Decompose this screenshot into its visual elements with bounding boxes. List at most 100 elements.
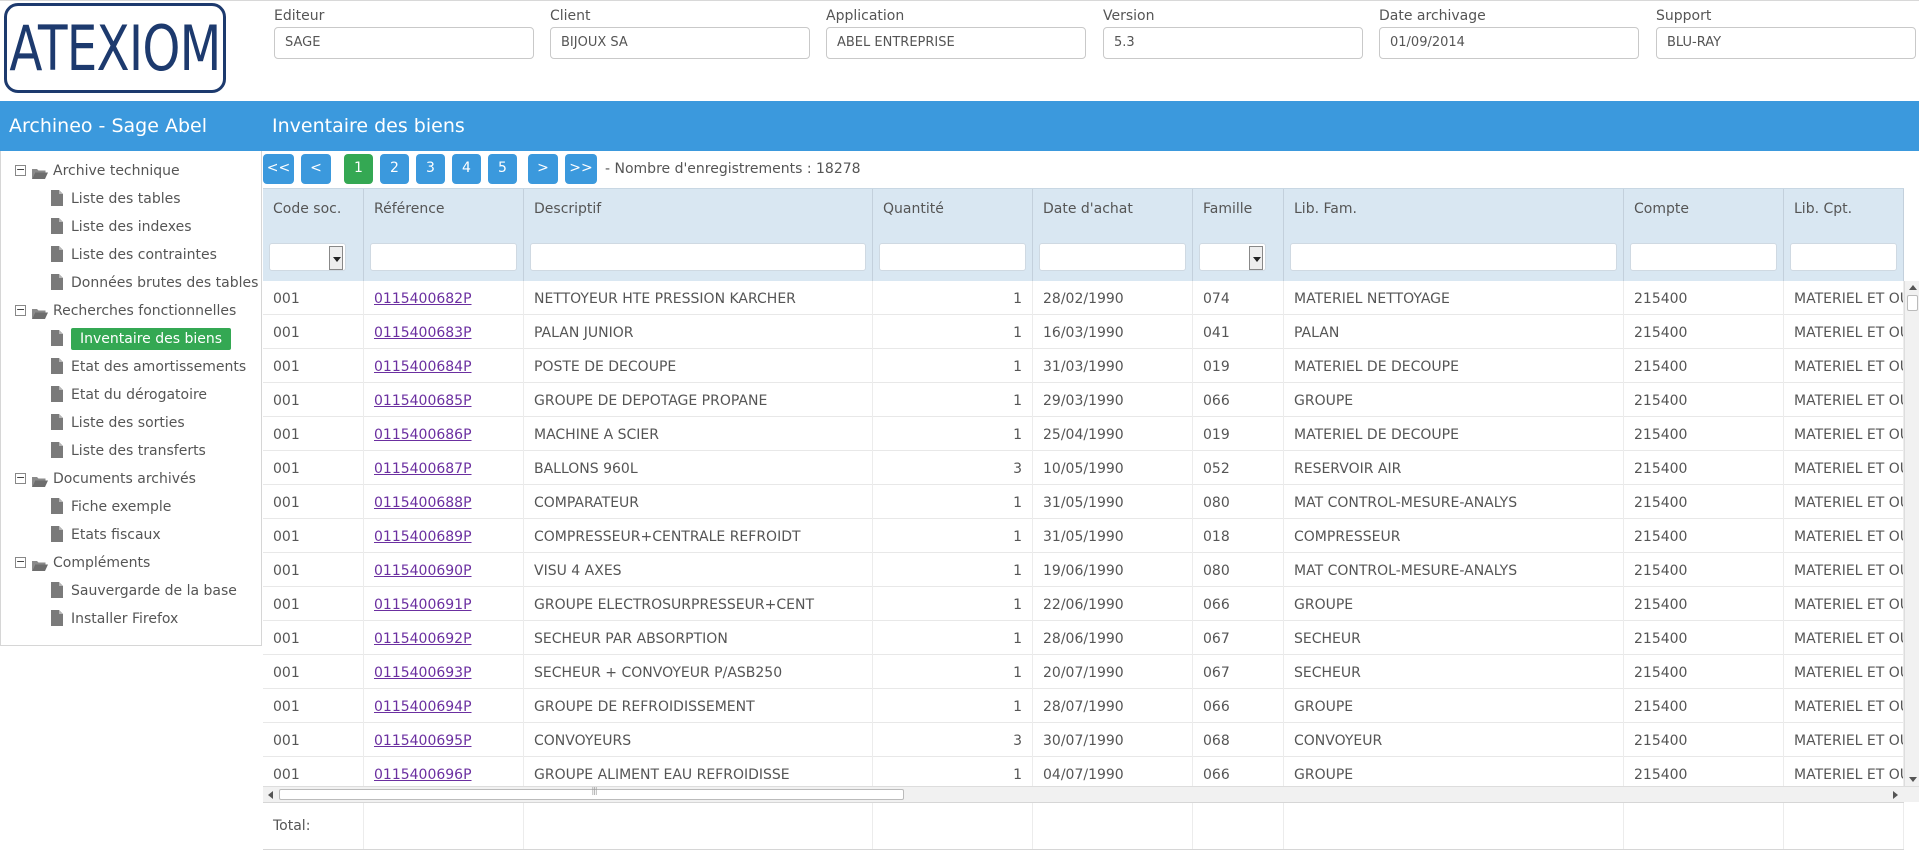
tree-item-liste-des-contraintes[interactable]: Liste des contraintes [51,243,217,267]
filter-famille-input[interactable] [1199,243,1266,271]
reference-link[interactable]: 0115400686P [374,427,472,443]
first-page-button[interactable]: << [263,154,294,184]
page-1-button[interactable]: 1 [344,154,373,184]
table-row[interactable]: 001 0115400683P PALAN JUNIOR 1 16/03/1990 041… [263,315,1904,349]
last-page-button[interactable]: >> [565,154,597,184]
column-header-descriptif[interactable]: Descriptif [524,189,873,282]
cell-lib-fam: MATERIEL DE DECOUPE [1284,417,1624,451]
vertical-scroll-thumb[interactable] [1907,295,1918,311]
scroll-left-arrow-icon[interactable] [268,791,273,799]
tree-group-archive-technique[interactable]: − Archive technique [15,159,180,183]
tree-item-liste-des-tables[interactable]: Liste des tables [51,187,181,211]
scroll-down-arrow-icon[interactable] [1909,777,1917,782]
filter-reference-input[interactable] [370,243,517,271]
page-4-button[interactable]: 4 [452,154,481,184]
column-header-lib-cpt[interactable]: Lib. Cpt. [1784,189,1904,282]
editeur-value[interactable]: SAGE [274,27,534,59]
tree-item-installer-firefox[interactable]: Installer Firefox [51,607,178,631]
reference-link[interactable]: 0115400693P [374,665,472,681]
table-row[interactable]: 001 0115400689P COMPRESSEUR+CENTRALE REFRO… [263,519,1904,553]
cell-code-soc: 001 [263,553,364,587]
filter-code-soc-input[interactable] [269,243,346,271]
tree-item-label: Etats fiscaux [71,527,161,543]
filter-quantite-input[interactable] [879,243,1026,271]
table-row[interactable]: 001 0115400682P NETTOYEUR HTE PRESSION KAR… [263,281,1904,315]
tree-group-documents-archives[interactable]: − Documents archivés [15,467,196,491]
tree-item-etat-du-derogatoire[interactable]: Etat du dérogatoire [51,383,207,407]
client-value[interactable]: BIJOUX SA [550,27,810,59]
tree-item-inventaire-des-biens[interactable]: Inventaire des biens [51,327,232,351]
tree-item-liste-des-indexes[interactable]: Liste des indexes [51,215,192,239]
page-5-button[interactable]: 5 [488,154,517,184]
table-row[interactable]: 001 0115400685P GROUPE DE DEPOTAGE PROPANE… [263,383,1904,417]
cell-lib-fam: COMPRESSEUR [1284,519,1624,553]
tree-item-fiche-exemple[interactable]: Fiche exemple [51,495,171,519]
reference-link[interactable]: 0115400695P [374,733,472,749]
collapse-toggle-icon[interactable]: − [15,304,26,316]
collapse-toggle-icon[interactable]: − [15,164,26,176]
page-3-button[interactable]: 3 [416,154,445,184]
cell-quantite: 1 [873,689,1033,723]
version-value[interactable]: 5.3 [1103,27,1363,59]
filter-lib-fam-input[interactable] [1290,243,1617,271]
reference-link[interactable]: 0115400694P [374,699,472,715]
filter-date-d-achat-input[interactable] [1039,243,1186,271]
table-row[interactable]: 001 0115400688P COMPARATEUR 1 31/05/1990 080 M… [263,485,1904,519]
column-header-compte[interactable]: Compte [1624,189,1784,282]
table-row[interactable]: 001 0115400691P GROUPE ELECTROSURPRESSEUR+… [263,587,1904,621]
table-row[interactable]: 001 0115400690P VISU 4 AXES 1 19/06/1990 080 M… [263,553,1904,587]
reference-link[interactable]: 0115400691P [374,597,472,613]
table-row[interactable]: 001 0115400692P SECHEUR PAR ABSORPTION 1 28/… [263,621,1904,655]
scroll-up-arrow-icon[interactable] [1909,285,1917,290]
application-value[interactable]: ABEL ENTREPRISE [826,27,1086,59]
table-row[interactable]: 001 0115400694P GROUPE DE REFROIDISSEMENT 1… [263,689,1904,723]
tree-item-liste-des-transferts[interactable]: Liste des transferts [51,439,206,463]
reference-link[interactable]: 0115400688P [374,495,472,511]
reference-link[interactable]: 0115400689P [374,529,472,545]
reference-link[interactable]: 0115400683P [374,325,472,341]
collapse-toggle-icon[interactable]: − [15,472,26,484]
reference-link[interactable]: 0115400687P [374,461,472,477]
column-header-reference[interactable]: Référence [364,189,524,282]
column-header-quantite[interactable]: Quantité [873,189,1033,282]
column-header-code-soc[interactable]: Code soc. [263,189,364,282]
reference-link[interactable]: 0115400692P [374,631,472,647]
reference-link[interactable]: 0115400684P [374,359,472,375]
reference-link[interactable]: 0115400696P [374,767,472,783]
table-row[interactable]: 001 0115400687P BALLONS 960L 3 10/05/1990 052… [263,451,1904,485]
reference-link[interactable]: 0115400682P [374,291,472,307]
reference-link[interactable]: 0115400690P [374,563,472,579]
table-row[interactable]: 001 0115400696P GROUPE ALIMENT EAU REFROID… [263,757,1904,786]
table-row[interactable]: 001 0115400693P SECHEUR + CONVOYEUR P/ASB2… [263,655,1904,689]
tree-item-etats-fiscaux[interactable]: Etats fiscaux [51,523,161,547]
next-page-button[interactable]: > [528,154,558,184]
table-row[interactable]: 001 0115400684P POSTE DE DECOUPE 1 31/03/199… [263,349,1904,383]
cell-quantite: 3 [873,451,1033,485]
prev-page-button[interactable]: < [301,154,331,184]
horizontal-scroll-thumb[interactable] [279,786,904,800]
filter-descriptif-input[interactable] [530,243,866,271]
table-row[interactable]: 001 0115400686P MACHINE A SCIER 1 25/04/1990… [263,417,1904,451]
collapse-toggle-icon[interactable]: − [15,556,26,568]
tree-item-donnees-brutes-des-tables[interactable]: Données brutes des tables [51,271,258,295]
column-header-famille[interactable]: Famille [1193,189,1284,282]
column-header-lib-fam[interactable]: Lib. Fam. [1284,189,1624,282]
tree-item-sauvergarde-de-la-base[interactable]: Sauvergarde de la base [51,579,237,603]
date-archivage-value[interactable]: 01/09/2014 [1379,27,1639,59]
horizontal-scrollbar[interactable] [263,786,1919,802]
filter-lib-cpt-input[interactable] [1790,243,1897,271]
column-header-date-d-achat[interactable]: Date d'achat [1033,189,1193,282]
dropdown-arrow-icon[interactable] [1249,246,1263,270]
tree-group-recherches-fonctionnelles[interactable]: − Recherches fonctionnelles [15,299,236,323]
vertical-scrollbar[interactable] [1904,281,1919,786]
scroll-right-arrow-icon[interactable] [1893,791,1898,799]
filter-compte-input[interactable] [1630,243,1777,271]
reference-link[interactable]: 0115400685P [374,393,472,409]
tree-item-etat-des-amortissements[interactable]: Etat des amortissements [51,355,246,379]
tree-item-liste-des-sorties[interactable]: Liste des sorties [51,411,185,435]
page-2-button[interactable]: 2 [380,154,409,184]
dropdown-arrow-icon[interactable] [329,246,343,270]
table-row[interactable]: 001 0115400695P CONVOYEURS 3 30/07/1990 068 CO… [263,723,1904,757]
support-value[interactable]: BLU-RAY [1656,27,1916,59]
tree-group-complements[interactable]: − Compléments [15,551,150,575]
